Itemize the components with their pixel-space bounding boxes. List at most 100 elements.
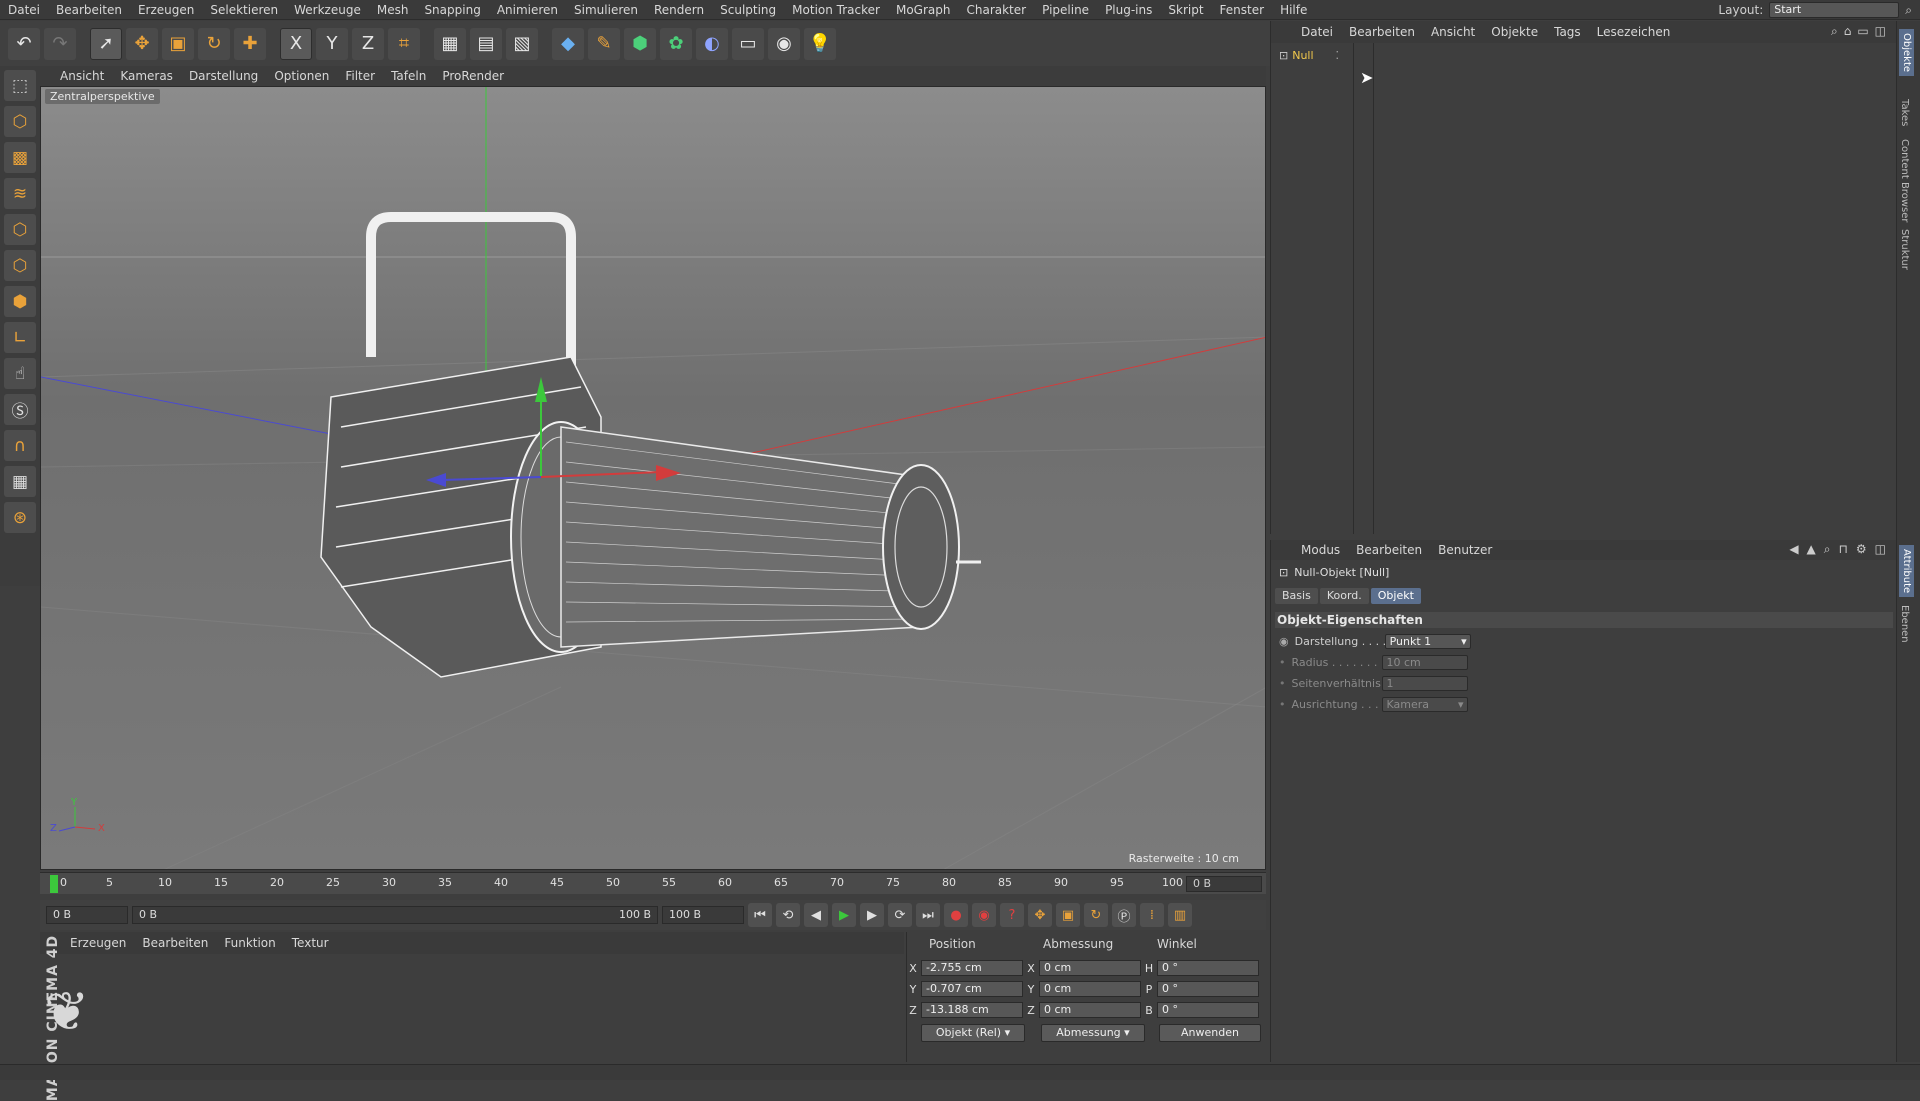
- position-y-field[interactable]: -0.707 cm: [921, 981, 1023, 997]
- menu-animieren[interactable]: Animieren: [489, 3, 566, 17]
- side-tab-ebenen[interactable]: Ebenen: [1899, 605, 1910, 643]
- vp-menu-ansicht[interactable]: Ansicht: [52, 69, 112, 83]
- menu-selektieren[interactable]: Selektieren: [202, 3, 286, 17]
- axis-lock-icon[interactable]: ⊛: [4, 502, 36, 533]
- menu-simulieren[interactable]: Simulieren: [566, 3, 646, 17]
- apply-button[interactable]: Anwenden: [1159, 1024, 1261, 1042]
- obj-menu-lesezeichen[interactable]: Lesezeichen: [1589, 25, 1679, 39]
- texture-mode-icon[interactable]: ▩: [4, 142, 36, 173]
- vp-menu-kameras[interactable]: Kameras: [112, 69, 181, 83]
- vp-menu-darstellung[interactable]: Darstellung: [181, 69, 266, 83]
- render-view-icon[interactable]: ▦: [434, 27, 466, 60]
- attr-menu-bearbeiten[interactable]: Bearbeiten: [1348, 543, 1430, 557]
- search-icon[interactable]: ⌕: [1824, 542, 1831, 557]
- pen-icon[interactable]: ✎: [588, 27, 620, 60]
- move-icon[interactable]: ✥: [126, 27, 158, 60]
- rotation-p-field[interactable]: 0 °: [1157, 981, 1259, 997]
- side-tab-objekte[interactable]: Objekte: [1899, 29, 1914, 77]
- magnet-icon[interactable]: ∩: [4, 430, 36, 461]
- timeline[interactable]: 0 5 10 15 20 25 30 35 40 45 50 55 60 65 …: [40, 872, 1266, 894]
- size-y-field[interactable]: 0 cm: [1039, 981, 1141, 997]
- light-icon[interactable]: 💡: [804, 27, 836, 60]
- coord-mode-select[interactable]: Objekt (Rel) ▾: [921, 1024, 1025, 1042]
- autokey-icon[interactable]: ◉: [972, 903, 996, 927]
- anim-dot-icon[interactable]: •: [1279, 656, 1286, 669]
- tab-objekt[interactable]: Objekt: [1370, 588, 1421, 604]
- coordinate-system-icon[interactable]: ⌗: [388, 27, 420, 60]
- side-tab-attribute[interactable]: Attribute: [1899, 545, 1914, 598]
- menu-bearbeiten[interactable]: Bearbeiten: [48, 3, 130, 17]
- subdivision-icon[interactable]: ⬢: [624, 27, 656, 60]
- record-icon[interactable]: ●: [944, 903, 968, 927]
- keyframe-selection-icon[interactable]: ?: [1000, 903, 1024, 927]
- current-frame-field[interactable]: 0 B: [1186, 876, 1262, 892]
- render-settings-icon[interactable]: ▧: [506, 27, 538, 60]
- redo-icon[interactable]: ↷: [44, 27, 76, 60]
- rotation-h-field[interactable]: 0 °: [1157, 960, 1259, 976]
- play-icon[interactable]: ▶: [832, 903, 856, 927]
- attr-menu-benutzer[interactable]: Benutzer: [1430, 543, 1500, 557]
- make-editable-icon[interactable]: ⬚: [4, 70, 36, 101]
- back-icon[interactable]: ◀: [1789, 542, 1798, 557]
- radius-field[interactable]: 10 cm: [1381, 655, 1468, 670]
- key-position-icon[interactable]: ✥: [1028, 903, 1052, 927]
- key-scale-icon[interactable]: ▣: [1056, 903, 1080, 927]
- obj-menu-ansicht[interactable]: Ansicht: [1423, 25, 1483, 39]
- vp-menu-filter[interactable]: Filter: [337, 69, 383, 83]
- points-mode-icon[interactable]: ⬡: [4, 214, 36, 245]
- vp-menu-tafeln[interactable]: Tafeln: [383, 69, 434, 83]
- go-to-end-icon[interactable]: ⏭: [916, 903, 940, 927]
- new-window-icon[interactable]: ◫: [1875, 24, 1886, 39]
- polygons-mode-icon[interactable]: ⬢: [4, 286, 36, 317]
- menu-mograph[interactable]: MoGraph: [888, 3, 959, 17]
- tab-koord[interactable]: Koord.: [1319, 588, 1369, 604]
- anim-dot-icon[interactable]: •: [1279, 698, 1286, 711]
- rotate-icon[interactable]: ↻: [198, 27, 230, 60]
- obj-menu-objekte[interactable]: Objekte: [1483, 25, 1546, 39]
- menu-mesh[interactable]: Mesh: [369, 3, 417, 17]
- mat-menu-funktion[interactable]: Funktion: [216, 936, 283, 950]
- rotation-b-field[interactable]: 0 °: [1157, 1002, 1259, 1018]
- menu-skript[interactable]: Skript: [1160, 3, 1211, 17]
- grid-lock-icon[interactable]: ▦: [4, 466, 36, 497]
- menu-snapping[interactable]: Snapping: [416, 3, 488, 17]
- position-z-field[interactable]: -13.188 cm: [921, 1002, 1023, 1018]
- obj-menu-datei[interactable]: Datei: [1293, 25, 1341, 39]
- cube-icon[interactable]: ◆: [552, 27, 584, 60]
- side-tab-content-browser[interactable]: Content Browser: [1899, 139, 1910, 222]
- up-icon[interactable]: ▲: [1807, 542, 1816, 557]
- side-tab-struktur[interactable]: Struktur: [1899, 229, 1910, 270]
- menu-erzeugen[interactable]: Erzeugen: [130, 3, 202, 17]
- position-x-field[interactable]: -2.755 cm: [921, 960, 1023, 976]
- new-window-icon[interactable]: ◫: [1875, 542, 1886, 557]
- deformer-icon[interactable]: ◐: [696, 27, 728, 60]
- collapse-icon[interactable]: ▭: [1857, 24, 1868, 39]
- axis-y-icon[interactable]: Y: [316, 27, 348, 60]
- visibility-dots-icon[interactable]: ⁚: [1336, 49, 1340, 62]
- select-cursor-icon[interactable]: ➚: [90, 27, 122, 60]
- home-icon[interactable]: ⌂: [1844, 24, 1852, 39]
- tab-basis[interactable]: Basis: [1275, 588, 1318, 604]
- timeline-icon[interactable]: ▥: [1168, 903, 1192, 927]
- vp-menu-prorender[interactable]: ProRender: [434, 69, 512, 83]
- aspect-ratio-field[interactable]: 1: [1381, 676, 1468, 691]
- prev-key-icon[interactable]: ⟲: [776, 903, 800, 927]
- menu-motion-tracker[interactable]: Motion Tracker: [784, 3, 888, 17]
- size-z-field[interactable]: 0 cm: [1039, 1002, 1141, 1018]
- scale-icon[interactable]: ▣: [162, 27, 194, 60]
- vp-menu-optionen[interactable]: Optionen: [266, 69, 337, 83]
- settings-icon[interactable]: ⚙: [1856, 542, 1867, 557]
- menu-fenster[interactable]: Fenster: [1212, 3, 1273, 17]
- undo-icon[interactable]: ↶: [8, 27, 40, 60]
- viewport[interactable]: Zentralperspektive Y X Z ✥ ⇩ ↻ ▢ Rasterw…: [40, 86, 1266, 870]
- snap-icon[interactable]: Ⓢ: [4, 394, 36, 425]
- obj-menu-tags[interactable]: Tags: [1546, 25, 1589, 39]
- menu-pipeline[interactable]: Pipeline: [1034, 3, 1097, 17]
- go-to-start-icon[interactable]: ⏮: [748, 903, 772, 927]
- edges-mode-icon[interactable]: ⬡: [4, 250, 36, 281]
- menu-werkzeuge[interactable]: Werkzeuge: [286, 3, 369, 17]
- mat-menu-textur[interactable]: Textur: [284, 936, 337, 950]
- search-icon[interactable]: ⌕: [1905, 3, 1912, 18]
- layout-select[interactable]: Start: [1769, 2, 1900, 18]
- size-mode-select[interactable]: Abmessung ▾: [1041, 1024, 1145, 1042]
